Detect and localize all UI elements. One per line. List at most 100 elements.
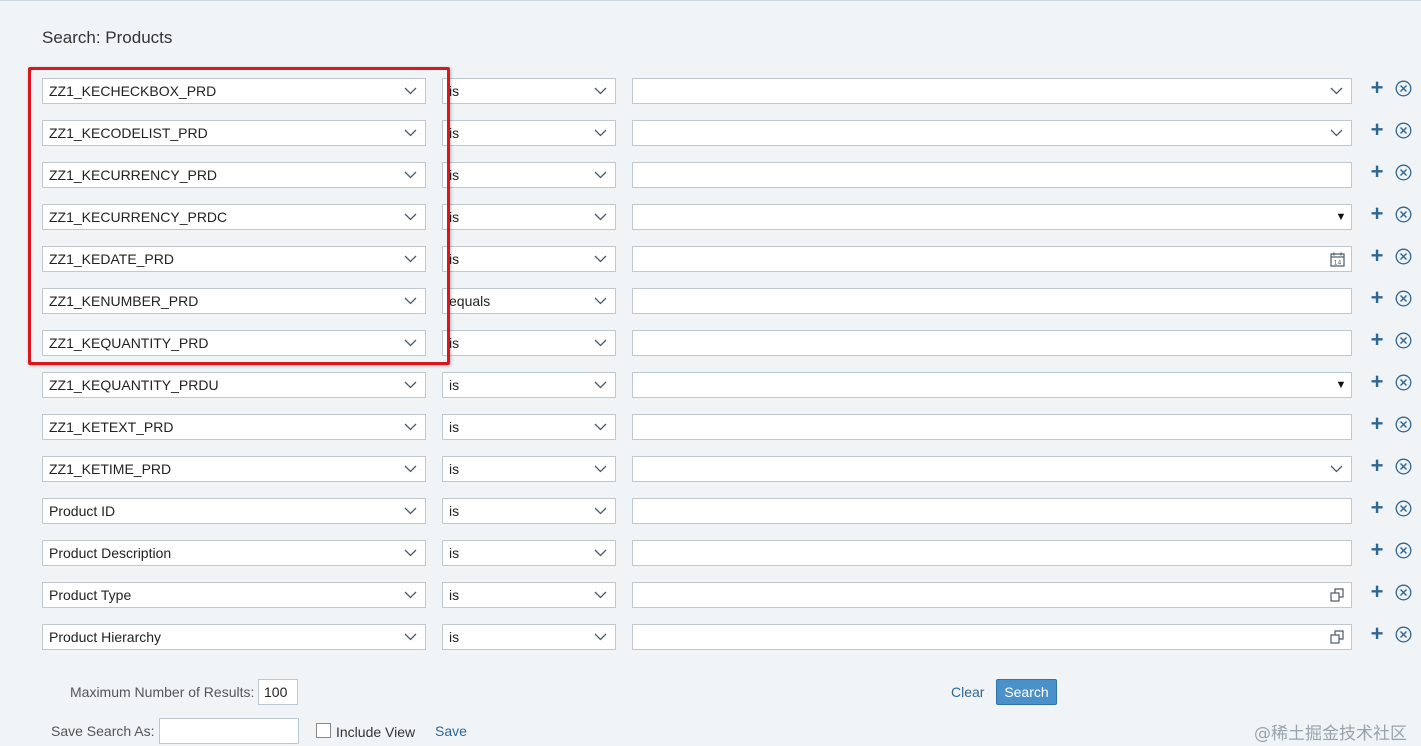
value-help-icon[interactable]: [1323, 625, 1351, 649]
remove-criteria-icon[interactable]: [1395, 584, 1412, 601]
select-arrow-icon[interactable]: ▼: [1331, 211, 1351, 223]
operator-select[interactable]: is: [442, 204, 616, 230]
chevron-down-icon: [585, 541, 615, 565]
remove-criteria-icon[interactable]: [1395, 542, 1412, 559]
field-select-value: ZZ1_KENUMBER_PRD: [49, 293, 199, 309]
chevron-down-icon[interactable]: [1321, 457, 1351, 481]
remove-criteria-icon[interactable]: [1395, 374, 1412, 391]
operator-select[interactable]: is: [442, 162, 616, 188]
value-input[interactable]: [632, 456, 1352, 482]
value-input[interactable]: [632, 78, 1352, 104]
remove-criteria-icon[interactable]: [1395, 458, 1412, 475]
search-button[interactable]: Search: [996, 679, 1057, 705]
remove-criteria-icon[interactable]: [1395, 500, 1412, 517]
add-criteria-icon[interactable]: +: [1368, 161, 1386, 184]
save-link[interactable]: Save: [435, 723, 467, 739]
remove-criteria-icon[interactable]: [1395, 206, 1412, 223]
field-select[interactable]: ZZ1_KECODELIST_PRD: [42, 120, 426, 146]
chevron-down-icon[interactable]: [1321, 121, 1351, 145]
operator-select[interactable]: is: [442, 120, 616, 146]
remove-criteria-icon[interactable]: [1395, 164, 1412, 181]
chevron-down-icon: [585, 205, 615, 229]
remove-criteria-icon[interactable]: [1395, 332, 1412, 349]
field-select-value: Product ID: [49, 503, 116, 519]
value-input[interactable]: [632, 498, 1352, 524]
chevron-down-icon: [585, 331, 615, 355]
add-criteria-icon[interactable]: +: [1368, 287, 1386, 310]
field-select[interactable]: Product Description: [42, 540, 426, 566]
value-input[interactable]: ▼: [632, 372, 1352, 398]
field-select[interactable]: ZZ1_KETEXT_PRD: [42, 414, 426, 440]
operator-select-value: is: [449, 545, 460, 561]
chevron-down-icon: [585, 79, 615, 103]
field-select[interactable]: ZZ1_KENUMBER_PRD: [42, 288, 426, 314]
value-help-icon[interactable]: [1323, 583, 1351, 607]
operator-select[interactable]: is: [442, 498, 616, 524]
operator-select[interactable]: is: [442, 582, 616, 608]
remove-criteria-icon[interactable]: [1395, 248, 1412, 265]
add-criteria-icon[interactable]: +: [1368, 497, 1386, 520]
add-criteria-icon[interactable]: +: [1368, 119, 1386, 142]
operator-select[interactable]: is: [442, 540, 616, 566]
value-input[interactable]: [632, 120, 1352, 146]
operator-select[interactable]: is: [442, 414, 616, 440]
value-input[interactable]: [632, 582, 1352, 608]
max-results-input[interactable]: 100: [258, 679, 298, 705]
value-input[interactable]: [632, 288, 1352, 314]
value-input[interactable]: [632, 624, 1352, 650]
remove-criteria-icon[interactable]: [1395, 290, 1412, 307]
add-criteria-icon[interactable]: +: [1368, 329, 1386, 352]
field-select[interactable]: ZZ1_KECHECKBOX_PRD: [42, 78, 426, 104]
field-select[interactable]: Product Type: [42, 582, 426, 608]
field-select[interactable]: ZZ1_KECURRENCY_PRDC: [42, 204, 426, 230]
field-select[interactable]: Product ID: [42, 498, 426, 524]
operator-select[interactable]: is: [442, 624, 616, 650]
chevron-down-icon[interactable]: [1321, 79, 1351, 103]
chevron-down-icon: [585, 121, 615, 145]
field-select[interactable]: ZZ1_KECURRENCY_PRD: [42, 162, 426, 188]
operator-select[interactable]: is: [442, 372, 616, 398]
operator-select-value: is: [449, 587, 460, 603]
clear-link[interactable]: Clear: [951, 684, 984, 700]
field-select-value: ZZ1_KETIME_PRD: [49, 461, 172, 477]
value-input[interactable]: [632, 414, 1352, 440]
remove-criteria-icon[interactable]: [1395, 626, 1412, 643]
field-select-value: ZZ1_KECODELIST_PRD: [49, 125, 208, 141]
operator-select[interactable]: is: [442, 330, 616, 356]
add-criteria-icon[interactable]: +: [1368, 413, 1386, 436]
criteria-row: Product Type is +: [42, 581, 1421, 608]
value-input[interactable]: [632, 540, 1352, 566]
chevron-down-icon: [585, 457, 615, 481]
add-criteria-icon[interactable]: +: [1368, 623, 1386, 646]
remove-criteria-icon[interactable]: [1395, 80, 1412, 97]
value-input[interactable]: 14: [632, 246, 1352, 272]
add-criteria-icon[interactable]: +: [1368, 371, 1386, 394]
operator-select[interactable]: is: [442, 456, 616, 482]
value-input[interactable]: ▼: [632, 204, 1352, 230]
add-criteria-icon[interactable]: +: [1368, 203, 1386, 226]
calendar-icon[interactable]: 14: [1323, 247, 1351, 271]
field-select[interactable]: ZZ1_KEQUANTITY_PRD: [42, 330, 426, 356]
select-arrow-icon[interactable]: ▼: [1331, 379, 1351, 391]
field-select[interactable]: Product Hierarchy: [42, 624, 426, 650]
add-criteria-icon[interactable]: +: [1368, 77, 1386, 100]
add-criteria-icon[interactable]: +: [1368, 581, 1386, 604]
operator-select[interactable]: is: [442, 78, 616, 104]
remove-criteria-icon[interactable]: [1395, 122, 1412, 139]
add-criteria-icon[interactable]: +: [1368, 245, 1386, 268]
chevron-down-icon: [395, 247, 425, 271]
remove-criteria-icon[interactable]: [1395, 416, 1412, 433]
operator-select[interactable]: equals: [442, 288, 616, 314]
include-view-checkbox[interactable]: [316, 723, 331, 738]
save-search-input[interactable]: [159, 718, 299, 744]
value-input[interactable]: [632, 330, 1352, 356]
field-select[interactable]: ZZ1_KETIME_PRD: [42, 456, 426, 482]
operator-select[interactable]: is: [442, 246, 616, 272]
field-select[interactable]: ZZ1_KEQUANTITY_PRDU: [42, 372, 426, 398]
field-select-value: ZZ1_KECURRENCY_PRD: [49, 167, 218, 183]
value-input[interactable]: [632, 162, 1352, 188]
field-select[interactable]: ZZ1_KEDATE_PRD: [42, 246, 426, 272]
add-criteria-icon[interactable]: +: [1368, 455, 1386, 478]
chevron-down-icon: [395, 121, 425, 145]
add-criteria-icon[interactable]: +: [1368, 539, 1386, 562]
